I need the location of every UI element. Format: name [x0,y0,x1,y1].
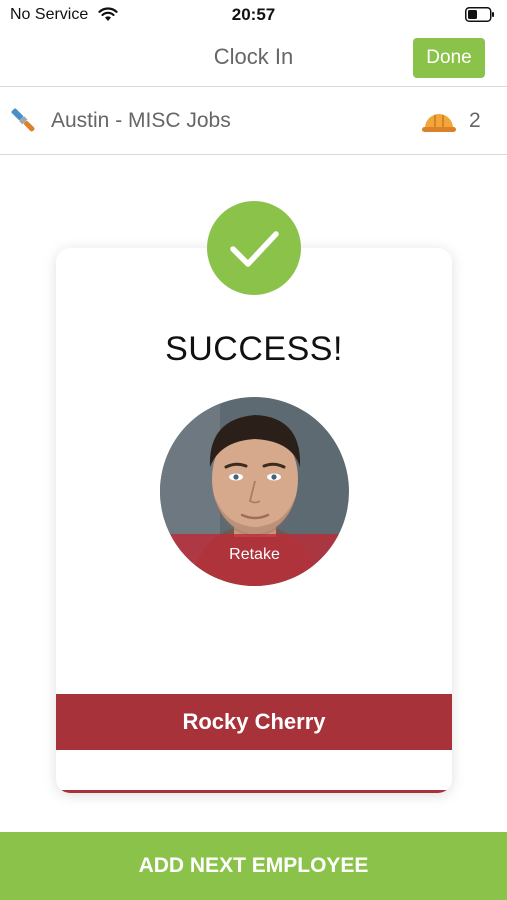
success-title: SUCCESS! [165,330,343,368]
employee-name: Rocky Cherry [56,694,452,750]
success-badge [207,201,301,295]
add-next-employee-button[interactable]: ADD NEXT EMPLOYEE [0,832,507,900]
battery-icon [465,7,494,22]
status-bar: No Service 20:57 [0,0,507,30]
navigation-bar: Clock In Done [0,30,507,87]
check-icon [230,231,279,267]
clock-time: 20:57 [231,5,276,24]
success-card: SUCCESS! Retake Rocky Cherry [56,248,452,793]
card-divider [56,790,452,793]
employee-photo: Retake [160,397,349,586]
crew-count: 2 [469,109,481,132]
done-button[interactable]: Done [413,38,485,78]
job-name: Austin - MISC Jobs [51,109,231,132]
paint-brush-icon [11,108,35,132]
job-row[interactable]: Austin - MISC Jobs 2 [0,88,507,155]
retake-button[interactable]: Retake [160,534,349,586]
hard-hat-icon [422,114,456,132]
